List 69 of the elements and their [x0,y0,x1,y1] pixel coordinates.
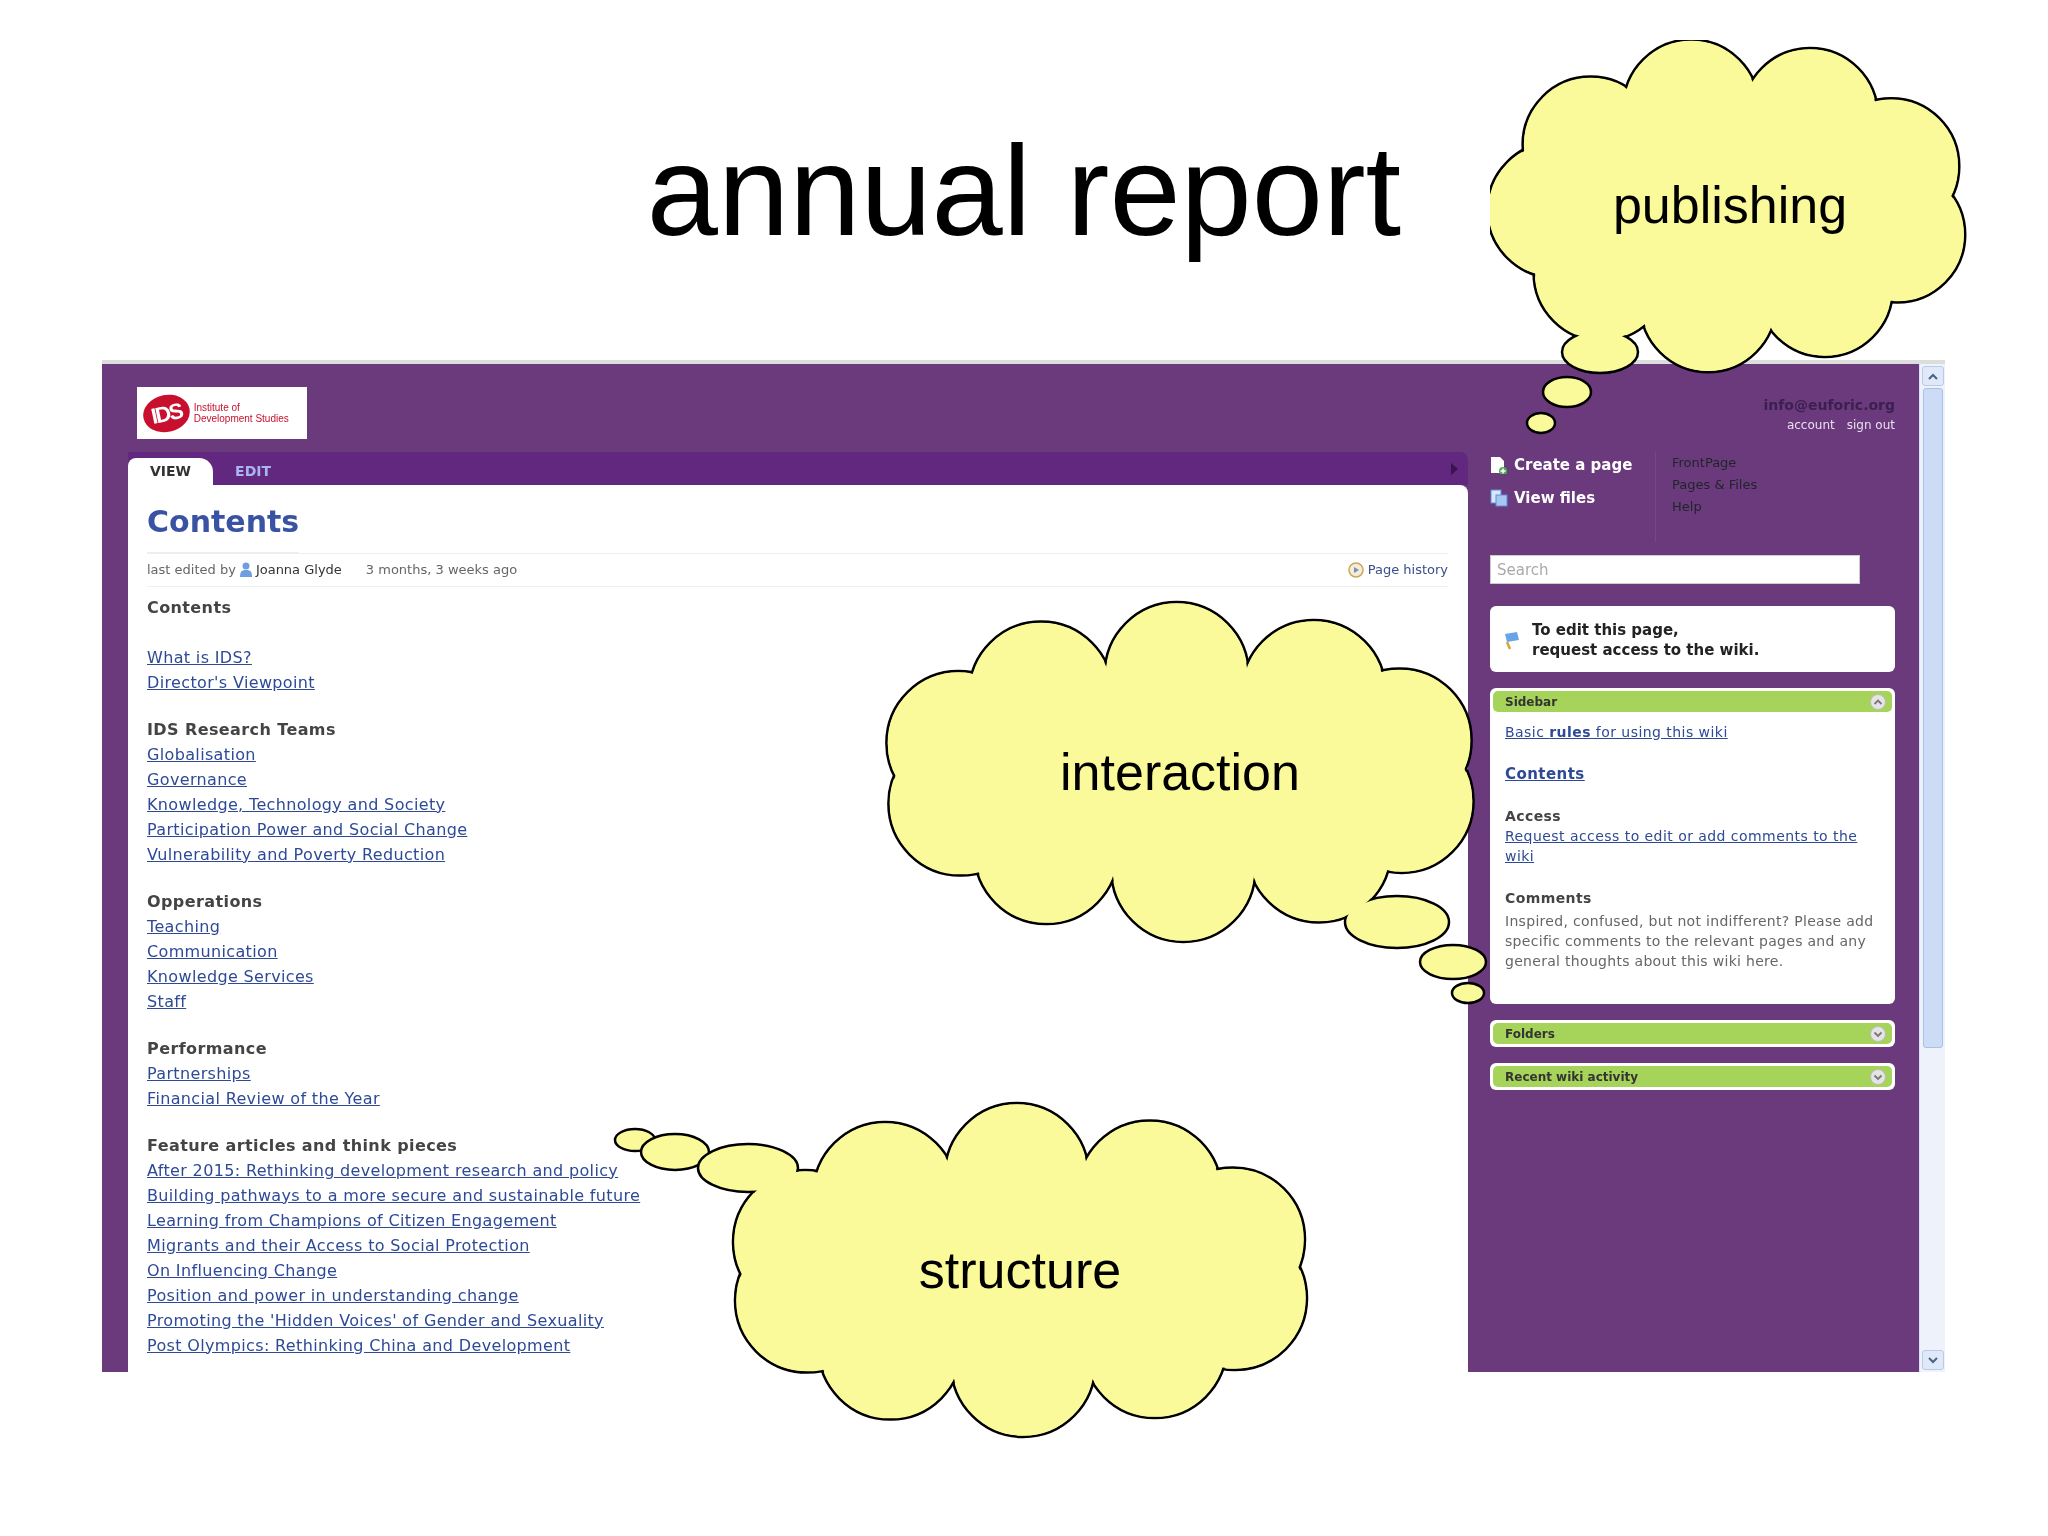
expand-icon[interactable] [1870,1025,1886,1042]
page-link[interactable]: Promoting the 'Hidden Voices' of Gender and Sexuality [147,1307,604,1333]
search-field[interactable]: Search [1490,555,1860,584]
page-link[interactable]: Financial Review of the Year [147,1085,380,1111]
scroll-up-button[interactable] [1921,366,1944,386]
widget-header[interactable]: Folders [1493,1023,1892,1044]
notice-text: To edit this page, request access to the wiki. [1532,620,1760,660]
collapse-icon[interactable] [1870,693,1886,710]
page-link[interactable]: Teaching [147,913,221,939]
cloud-label: publishing [1612,175,1848,236]
user-icon [239,562,252,578]
page-title: Contents [147,499,300,553]
page-link[interactable]: Globalisation [147,741,256,767]
section-heading: Feature articles and think pieces [147,1134,459,1157]
page-link[interactable]: Position and power in understanding change [147,1282,519,1308]
action-link[interactable]: Create a page [1490,454,1633,477]
author-name: Joanna Glyde [255,561,342,579]
page-link[interactable]: Knowledge Services [147,963,314,989]
page-plus-icon [1490,456,1508,475]
scrollbar-thumb[interactable] [1922,388,1943,1048]
page-link[interactable]: Learning from Champions of Citizen Engagement [147,1207,557,1233]
section-heading: Opperations [147,890,264,913]
section-heading: Performance [147,1037,268,1060]
page-link[interactable]: What is IDS? [147,644,252,670]
action-link[interactable]: View files [1490,486,1596,509]
scroll-down-button[interactable] [1921,1350,1944,1370]
section-heading: IDS Research Teams [147,718,337,741]
page-link[interactable]: Vulnerability and Poverty Reduction [147,841,446,867]
slide-title: annual report [646,118,1402,264]
page-link[interactable]: Director's Viewpoint [147,669,315,695]
page-link[interactable]: Participation Power and Social Change [147,816,468,842]
chevron-down-icon [1927,1356,1938,1364]
cloud-label: structure [918,1240,1122,1301]
scrollbar[interactable] [1919,364,1945,1372]
documents-icon [1490,488,1508,507]
expand-icon[interactable] [1870,1068,1886,1085]
page-link[interactable]: After 2015: Rethinking development research and policy [147,1157,619,1183]
sidebar-link[interactable]: Contents [1505,764,1880,784]
tab[interactable]: EDIT [213,458,293,485]
sidebar-link[interactable]: Request access to edit or add comments to the wiki [1505,826,1880,866]
page-link[interactable]: Migrants and their Access to Social Protection [147,1232,530,1258]
section-heading: Contents [147,596,233,619]
edited-label: last edited by [147,561,236,579]
page-link[interactable]: Governance [147,766,248,792]
user-link[interactable]: sign out [1846,416,1895,434]
request-access-link[interactable]: request access [1532,641,1659,659]
sidebar-heading: Access [1505,807,1562,826]
cloud-label: interaction [1060,742,1300,803]
page-link[interactable]: Partnerships [147,1060,251,1086]
triangle-icon[interactable] [1451,463,1458,475]
sidebar-link[interactable]: Basic rules for using this wiki [1505,722,1880,742]
page-link[interactable]: Knowledge, Technology and Society [147,791,446,817]
here-link[interactable]: here [1746,953,1779,969]
page-history-link[interactable]: Page history [1347,560,1448,580]
widget-header[interactable]: Sidebar [1493,691,1892,712]
widget-header[interactable]: Recent wiki activity [1493,1066,1892,1087]
page-link[interactable]: Communication [147,938,278,964]
tab[interactable]: VIEW [128,458,214,485]
user-link[interactable]: account [1786,416,1835,434]
comments-text: Inspired, confused, but not indifferent? Please add specific comments to the relevant pages and any general thoughts about this wiki here. [1505,912,1875,971]
flag-icon [1502,630,1522,650]
page-link[interactable]: Post Olympics: Rethinking China and Development [147,1332,571,1358]
chevron-up-icon [1927,372,1938,380]
page-link[interactable]: On Influencing Change [147,1257,338,1283]
page-link[interactable]: Building pathways to a more secure and sustainable future [147,1182,641,1208]
page-link[interactable]: Staff [147,988,187,1014]
edited-time: 3 months, 3 weeks ago [365,561,518,579]
play-circle-icon [1347,561,1364,578]
sidebar-heading: Comments [1505,889,1593,908]
